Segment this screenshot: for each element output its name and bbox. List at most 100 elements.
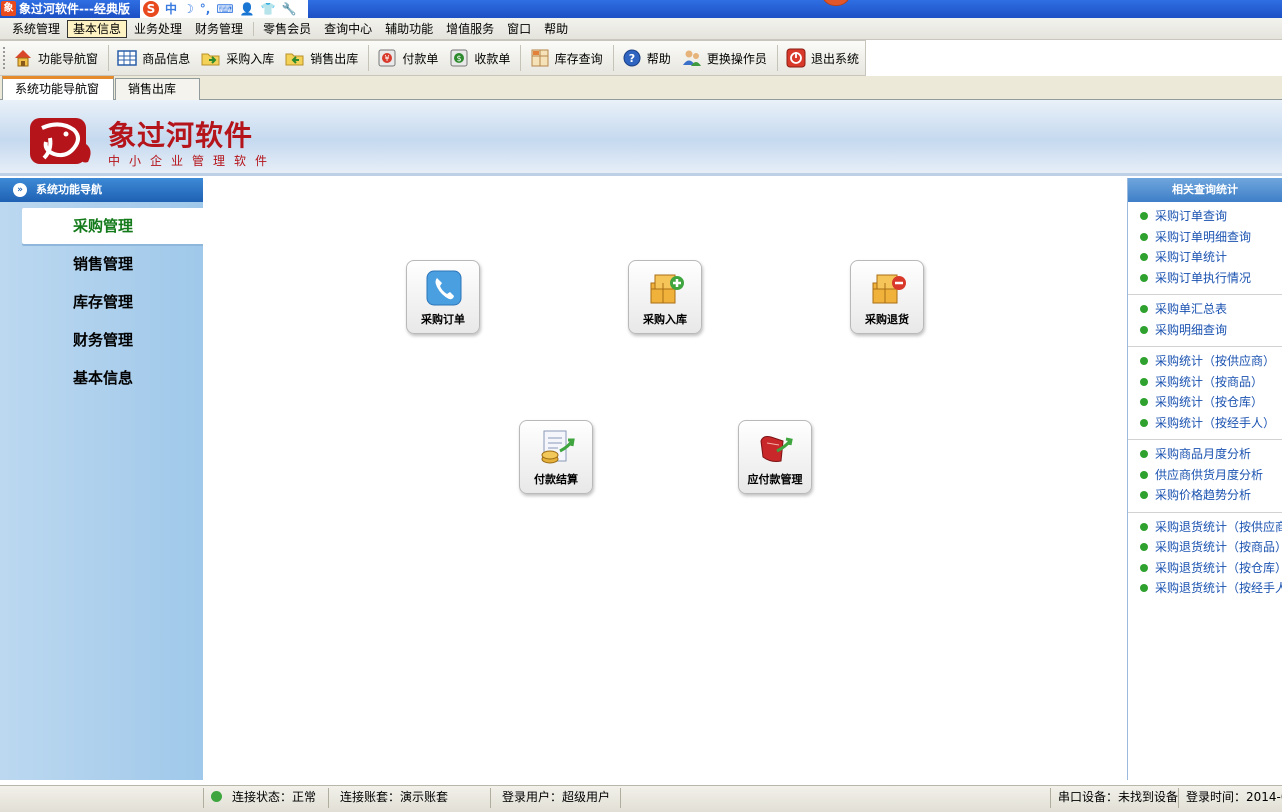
- connection-status: 连接状态：正常: [232, 790, 317, 804]
- grid-icon: [116, 47, 138, 69]
- nav-item-basic-info[interactable]: 基本信息: [22, 360, 203, 396]
- help-button[interactable]: ? 帮助: [617, 44, 675, 72]
- purchase-order-button[interactable]: 采购订单: [406, 260, 480, 334]
- menu-auxiliary[interactable]: 辅助功能: [379, 20, 439, 38]
- purchase-in-button[interactable]: 采购入库: [196, 44, 278, 72]
- link-stats-by-supplier[interactable]: 采购统计（按供应商）: [1128, 351, 1282, 372]
- bullet-icon: [1140, 450, 1148, 459]
- payment-settlement-button[interactable]: 付款结算: [519, 420, 593, 494]
- link-return-by-product[interactable]: 采购退货统计（按商品）: [1128, 537, 1282, 558]
- tab-sales-out-order[interactable]: 销售出库单: [115, 78, 200, 116]
- ime-logo-icon[interactable]: S: [143, 1, 159, 17]
- bullet-icon: [1140, 398, 1148, 407]
- link-group: 采购订单查询 采购订单明细查询 采购订单统计 采购订单执行情况: [1128, 202, 1282, 295]
- users-icon: [681, 47, 703, 69]
- purchase-in-button[interactable]: 采购入库: [628, 260, 702, 334]
- ime-moon-icon[interactable]: ☽: [183, 1, 194, 17]
- serial-device-status: 串口设备：未找到设备: [1058, 790, 1179, 804]
- menu-finance[interactable]: 财务管理: [189, 20, 249, 38]
- receipt-button[interactable]: $ 收款单: [444, 44, 514, 72]
- menu-window[interactable]: 窗口: [501, 20, 537, 38]
- nav-item-inventory[interactable]: 库存管理: [22, 284, 203, 320]
- link-stats-by-product[interactable]: 采购统计（按商品）: [1128, 372, 1282, 393]
- bullet-icon: [1140, 418, 1148, 427]
- link-purchase-order-query[interactable]: 采购订单查询: [1128, 206, 1282, 227]
- menu-system[interactable]: 系统管理: [6, 20, 66, 38]
- link-purchase-order-stats[interactable]: 采购订单统计: [1128, 247, 1282, 268]
- bullet-icon: [1140, 563, 1148, 572]
- link-product-monthly[interactable]: 采购商品月度分析: [1128, 444, 1282, 465]
- link-purchase-detail[interactable]: 采购明细查询: [1128, 320, 1282, 341]
- menu-value-added[interactable]: 增值服务: [440, 20, 500, 38]
- nav-window-button[interactable]: 功能导航窗: [8, 44, 102, 72]
- floating-ball-icon[interactable]: [821, 0, 851, 6]
- box-remove-icon: [869, 269, 907, 307]
- link-group: 采购统计（按供应商） 采购统计（按商品） 采购统计（按仓库） 采购统计（按经手人…: [1128, 347, 1282, 440]
- link-stats-by-warehouse[interactable]: 采购统计（按仓库）: [1128, 392, 1282, 413]
- link-purchase-order-detail[interactable]: 采购订单明细查询: [1128, 227, 1282, 248]
- inventory-icon: [529, 47, 551, 69]
- bullet-icon: [1140, 377, 1148, 386]
- purchase-return-button[interactable]: 采购退货: [850, 260, 924, 334]
- phone-icon: [425, 269, 463, 307]
- ime-skin-icon[interactable]: 👕: [261, 1, 276, 17]
- connection-status-icon: [211, 791, 222, 802]
- double-chevron-icon[interactable]: »: [13, 183, 27, 197]
- menu-help[interactable]: 帮助: [538, 20, 574, 38]
- ime-user-icon[interactable]: 👤: [240, 1, 255, 17]
- link-stats-by-handler[interactable]: 采购统计（按经手人）: [1128, 413, 1282, 434]
- bullet-icon: [1140, 273, 1148, 282]
- bullet-icon: [1140, 584, 1148, 593]
- bullet-icon: [1140, 357, 1148, 366]
- main-content: 采购订单 采购入库 采购退货 付款结算 应付款管理: [203, 178, 1127, 780]
- bullet-icon: [1140, 305, 1148, 314]
- settlement-icon: [538, 429, 576, 467]
- bullet-icon: [1140, 212, 1148, 221]
- payment-button[interactable]: ¥ 付款单: [372, 44, 442, 72]
- nav-item-purchase[interactable]: 采购管理: [22, 208, 203, 244]
- ime-toolbar[interactable]: S 中 ☽ °, ⌨ 👤 👕 🔧: [140, 0, 308, 18]
- change-operator-button[interactable]: 更换操作员: [677, 44, 771, 72]
- svg-text:¥: ¥: [385, 54, 390, 63]
- folder-out-icon: [284, 47, 306, 69]
- menu-basic-info[interactable]: 基本信息: [67, 19, 128, 38]
- menu-retail-member[interactable]: 零售会员: [257, 20, 317, 38]
- nav-item-sales[interactable]: 销售管理: [22, 246, 203, 282]
- logged-in-user: 登录用户：超级用户: [502, 790, 611, 804]
- ime-chinese-mode[interactable]: 中: [165, 1, 177, 17]
- link-supplier-monthly[interactable]: 供应商供货月度分析: [1128, 465, 1282, 486]
- login-time: 登录时间：2014-01: [1186, 790, 1282, 804]
- ime-tools-icon[interactable]: 🔧: [282, 1, 297, 17]
- ime-keyboard-icon[interactable]: ⌨: [216, 1, 233, 17]
- nav-header-label: 系统功能导航: [36, 183, 102, 196]
- brand-subtitle: 中小企业管理软件: [108, 154, 277, 168]
- exit-system-button[interactable]: 退出系统: [781, 44, 863, 72]
- bullet-icon: [1140, 491, 1148, 500]
- link-return-by-supplier[interactable]: 采购退货统计（按供应商）: [1128, 517, 1282, 538]
- link-group: 采购商品月度分析 供应商供货月度分析 采购价格趋势分析: [1128, 440, 1282, 513]
- link-return-by-warehouse[interactable]: 采购退货统计（按仓库）: [1128, 558, 1282, 579]
- product-info-button[interactable]: 商品信息: [112, 44, 194, 72]
- menu-query-center[interactable]: 查询中心: [318, 20, 378, 38]
- power-icon: [785, 47, 807, 69]
- link-purchase-order-execution[interactable]: 采购订单执行情况: [1128, 268, 1282, 289]
- bullet-icon: [1140, 522, 1148, 531]
- link-group: 采购退货统计（按供应商） 采购退货统计（按商品） 采购退货统计（按仓库） 采购退…: [1128, 513, 1282, 605]
- bullet-icon: [1140, 470, 1148, 479]
- nav-header: » 系统功能导航: [0, 178, 203, 202]
- inventory-query-button[interactable]: 库存查询: [525, 44, 607, 72]
- menu-bar: 系统管理 基本信息 业务处理 财务管理 零售会员 查询中心 辅助功能 增值服务 …: [0, 18, 1282, 40]
- tab-nav-window[interactable]: 系统功能导航窗: [2, 76, 114, 100]
- brand-name: 象过河软件: [108, 119, 254, 152]
- link-price-trend[interactable]: 采购价格趋势分析: [1128, 485, 1282, 506]
- payment-icon: ¥: [376, 47, 398, 69]
- folder-in-icon: [200, 47, 222, 69]
- sales-out-button[interactable]: 销售出库: [280, 44, 362, 72]
- ime-punct-icon[interactable]: °,: [200, 1, 211, 17]
- nav-item-finance[interactable]: 财务管理: [22, 322, 203, 358]
- link-purchase-summary[interactable]: 采购单汇总表: [1128, 299, 1282, 320]
- toolbar-grip[interactable]: [3, 47, 5, 69]
- menu-business[interactable]: 业务处理: [128, 20, 188, 38]
- link-return-by-handler[interactable]: 采购退货统计（按经手人）: [1128, 578, 1282, 599]
- accounts-payable-button[interactable]: 应付款管理: [738, 420, 812, 494]
